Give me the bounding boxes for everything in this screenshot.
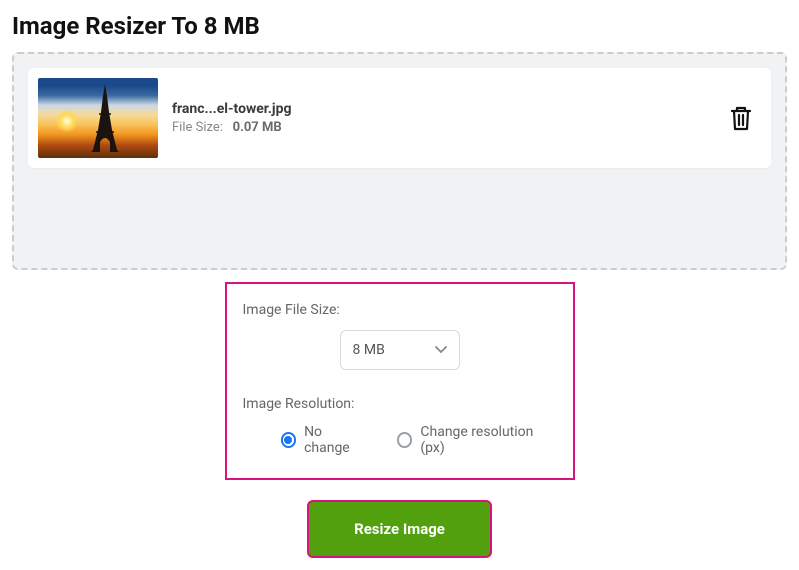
file-size-value: 0.07 MB bbox=[233, 120, 282, 135]
settings-panel: Image File Size: 8 MB Image Resolution: … bbox=[225, 282, 575, 480]
resize-button[interactable]: Resize Image bbox=[307, 500, 492, 558]
resolution-label: Image Resolution: bbox=[243, 396, 557, 412]
resolution-radio-changepx[interactable]: Change resolution (px) bbox=[397, 424, 557, 456]
resolution-radio-nochange[interactable]: No change bbox=[281, 424, 369, 456]
file-meta: franc...el-tower.jpg File Size: 0.07 MB bbox=[172, 101, 715, 135]
filesize-label: Image File Size: bbox=[243, 302, 557, 318]
trash-icon bbox=[729, 105, 753, 131]
file-card: franc...el-tower.jpg File Size: 0.07 MB bbox=[28, 68, 771, 168]
delete-button[interactable] bbox=[729, 105, 753, 131]
radio-icon bbox=[281, 432, 297, 448]
file-thumbnail bbox=[38, 78, 158, 158]
radio-label-changepx: Change resolution (px) bbox=[420, 424, 556, 456]
page-title: Image Resizer To 8 MB bbox=[12, 12, 787, 40]
upload-dropzone[interactable]: franc...el-tower.jpg File Size: 0.07 MB bbox=[12, 52, 787, 270]
file-size-line: File Size: 0.07 MB bbox=[172, 120, 715, 135]
filesize-select-value: 8 MB bbox=[353, 342, 385, 358]
filesize-select[interactable]: 8 MB bbox=[340, 330, 460, 370]
file-name: franc...el-tower.jpg bbox=[172, 101, 715, 117]
radio-label-nochange: No change bbox=[304, 424, 369, 456]
radio-icon bbox=[397, 432, 413, 448]
resize-button-label: Resize Image bbox=[354, 520, 445, 538]
file-size-label: File Size: bbox=[172, 120, 223, 135]
chevron-down-icon bbox=[435, 346, 447, 354]
